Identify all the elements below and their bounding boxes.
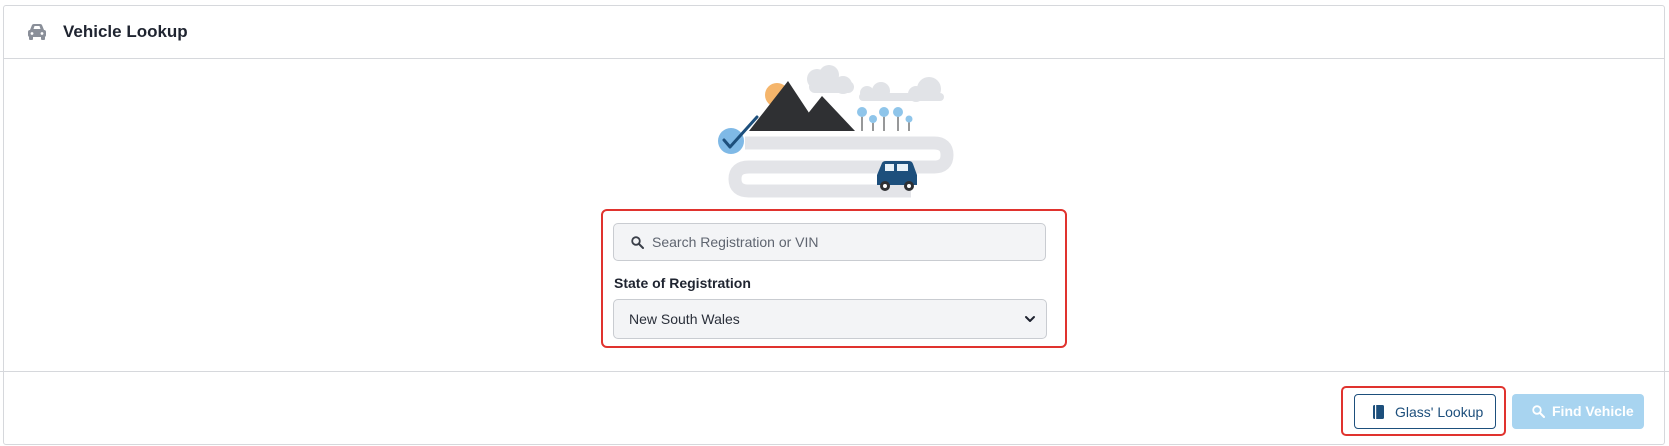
trees-icon <box>857 107 913 131</box>
vehicle-lookup-illustration <box>718 65 954 198</box>
car-icon <box>28 24 46 40</box>
book-icon <box>1373 405 1384 419</box>
search-icon <box>631 236 644 249</box>
search-field[interactable] <box>613 223 1046 261</box>
checkmark-icon <box>718 128 744 154</box>
cloud-icon <box>807 65 944 102</box>
page-title: Vehicle Lookup <box>63 22 188 41</box>
chevron-down-icon <box>1025 316 1035 322</box>
glass-lookup-button[interactable]: Glass' Lookup <box>1354 394 1496 429</box>
find-vehicle-button[interactable]: Find Vehicle <box>1512 394 1644 429</box>
search-input[interactable] <box>652 224 1037 260</box>
find-vehicle-label: Find Vehicle <box>1552 403 1634 419</box>
panel-header: Vehicle Lookup <box>4 6 1664 59</box>
glass-lookup-label: Glass' Lookup <box>1395 404 1484 420</box>
state-select[interactable]: New South Wales <box>613 299 1047 339</box>
state-of-registration-label: State of Registration <box>614 275 751 291</box>
state-select-value: New South Wales <box>629 311 740 327</box>
search-icon <box>1532 405 1545 418</box>
